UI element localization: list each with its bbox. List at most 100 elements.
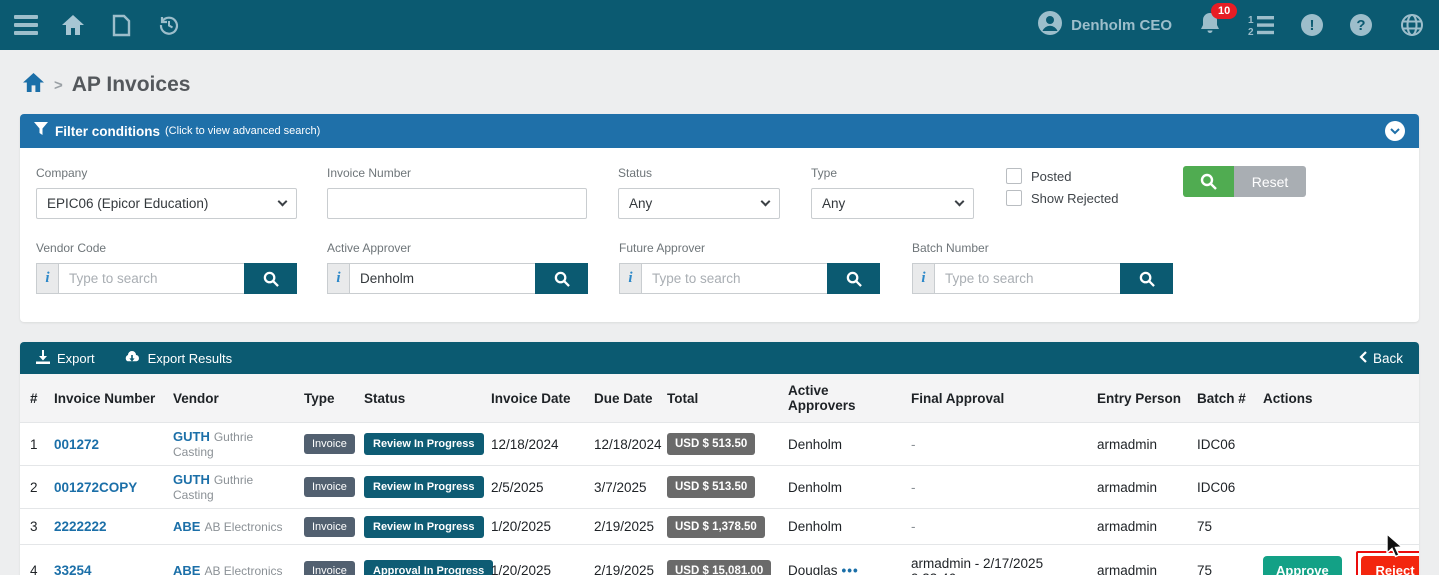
- company-label: Company: [36, 166, 297, 180]
- alerts-icon[interactable]: !: [1301, 14, 1323, 36]
- results-toolbar: Export Export Results Back: [20, 342, 1419, 374]
- invoice-date: 12/18/2024: [485, 423, 588, 466]
- type-badge: Invoice: [304, 434, 355, 454]
- status-badge: Review In Progress: [364, 433, 484, 455]
- avatar-icon: [1037, 10, 1063, 41]
- active-approver-search-button[interactable]: [535, 263, 588, 294]
- chevron-down-icon: [761, 197, 771, 207]
- col-final-approval: Final Approval: [905, 374, 1091, 423]
- search-button[interactable]: [1183, 166, 1234, 197]
- col-entry-person: Entry Person: [1091, 374, 1191, 423]
- invoice-number-input[interactable]: [327, 188, 587, 219]
- col-num: #: [20, 374, 48, 423]
- col-actions: Actions: [1257, 374, 1419, 423]
- filter-header[interactable]: Filter conditions (Click to view advance…: [20, 114, 1419, 148]
- batch-number-label: Batch Number: [912, 241, 1173, 255]
- info-icon: i: [36, 263, 58, 294]
- notifications-button[interactable]: 10: [1199, 11, 1221, 40]
- svg-text:1: 1: [1248, 15, 1254, 26]
- notification-badge: 10: [1211, 3, 1237, 19]
- row-num: 2: [20, 466, 48, 509]
- breadcrumb-home-icon[interactable]: [22, 72, 45, 98]
- invoice-link[interactable]: 001272COPY: [54, 480, 137, 495]
- vendor-code-label: Vendor Code: [36, 241, 297, 255]
- user-name: Denholm CEO: [1071, 17, 1172, 34]
- user-menu[interactable]: Denholm CEO: [1037, 10, 1172, 41]
- status-value: Any: [629, 196, 652, 211]
- vendor-code-input[interactable]: [58, 263, 244, 294]
- invoice-date: 1/20/2025: [485, 509, 588, 545]
- future-approver-search-button[interactable]: [827, 263, 880, 294]
- status-select[interactable]: Any: [618, 188, 780, 219]
- history-icon[interactable]: [156, 12, 182, 38]
- batch-number: 75: [1191, 545, 1257, 575]
- due-date: 3/7/2025: [588, 466, 661, 509]
- batch-number-input[interactable]: [934, 263, 1120, 294]
- batch-number: IDC06: [1191, 466, 1257, 509]
- cloud-download-icon: [123, 350, 141, 367]
- final-approval: -: [905, 423, 1091, 466]
- invoice-date: 2/5/2025: [485, 466, 588, 509]
- ordered-list-icon[interactable]: 1 2: [1248, 12, 1274, 38]
- due-date: 2/19/2025: [588, 545, 661, 575]
- actions-cell: Approve Reject: [1257, 545, 1419, 575]
- table-row: 1 001272 GUTHGuthrie Casting Invoice Rev…: [20, 423, 1419, 466]
- chevron-down-icon: [278, 197, 288, 207]
- export-results-label: Export Results: [148, 351, 233, 366]
- table-row: 3 2222222 ABEAB Electronics Invoice Revi…: [20, 509, 1419, 545]
- document-icon[interactable]: [108, 12, 134, 38]
- approve-button[interactable]: Approve: [1263, 556, 1342, 575]
- bell-icon: [1199, 22, 1221, 39]
- posted-checkbox[interactable]: [1006, 168, 1022, 184]
- results-panel: Export Export Results Back #: [20, 342, 1419, 575]
- batch-number: IDC06: [1191, 423, 1257, 466]
- collapse-panel-button[interactable]: [1385, 121, 1405, 141]
- export-button[interactable]: Export: [36, 350, 95, 367]
- posted-checkbox-row[interactable]: Posted: [1006, 168, 1118, 184]
- status-label: Status: [618, 166, 780, 180]
- reject-button[interactable]: Reject: [1361, 556, 1420, 575]
- reset-button[interactable]: Reset: [1234, 166, 1306, 197]
- due-date: 2/19/2025: [588, 509, 661, 545]
- status-badge: Review In Progress: [364, 476, 484, 498]
- company-select[interactable]: EPIC06 (Epicor Education): [36, 188, 297, 219]
- type-value: Any: [822, 196, 845, 211]
- vendor-code-search-button[interactable]: [244, 263, 297, 294]
- row-num: 3: [20, 509, 48, 545]
- future-approver-input[interactable]: [641, 263, 827, 294]
- filter-funnel-icon: [34, 122, 48, 140]
- active-approvers: Denholm: [782, 466, 905, 509]
- entry-person: armadmin: [1091, 545, 1191, 575]
- show-rejected-checkbox[interactable]: [1006, 190, 1022, 206]
- invoice-link[interactable]: 33254: [54, 563, 92, 575]
- more-approvers-button[interactable]: •••: [842, 563, 859, 575]
- final-approval: -: [905, 509, 1091, 545]
- show-rejected-checkbox-row[interactable]: Show Rejected: [1006, 190, 1118, 206]
- back-button[interactable]: Back: [1359, 351, 1403, 366]
- table-row: 2 001272COPY GUTHGuthrie Casting Invoice…: [20, 466, 1419, 509]
- active-approver-input[interactable]: [349, 263, 535, 294]
- breadcrumb: > AP Invoices: [0, 50, 1439, 114]
- status-badge: Approval In Progress: [364, 560, 493, 575]
- home-icon[interactable]: [60, 12, 86, 38]
- help-icon[interactable]: ?: [1350, 14, 1372, 36]
- col-type: Type: [298, 374, 358, 423]
- batch-number: 75: [1191, 509, 1257, 545]
- invoice-link[interactable]: 001272: [54, 437, 99, 452]
- invoice-link[interactable]: 2222222: [54, 519, 107, 534]
- invoices-table: # Invoice Number Vendor Type Status Invo…: [20, 374, 1419, 575]
- total-badge: USD $ 513.50: [667, 476, 755, 498]
- globe-icon[interactable]: [1399, 12, 1425, 38]
- menu-icon[interactable]: [14, 15, 38, 35]
- type-select[interactable]: Any: [811, 188, 974, 219]
- back-label: Back: [1373, 351, 1403, 366]
- vendor-code: GUTH: [173, 472, 210, 487]
- export-results-button[interactable]: Export Results: [123, 350, 233, 367]
- future-approver-label: Future Approver: [619, 241, 880, 255]
- col-total: Total: [661, 374, 782, 423]
- batch-number-search-button[interactable]: [1120, 263, 1173, 294]
- filter-hint: (Click to view advanced search): [165, 125, 320, 137]
- status-badge: Review In Progress: [364, 516, 484, 538]
- type-badge: Invoice: [304, 477, 355, 497]
- vendor-name: AB Electronics: [204, 564, 282, 575]
